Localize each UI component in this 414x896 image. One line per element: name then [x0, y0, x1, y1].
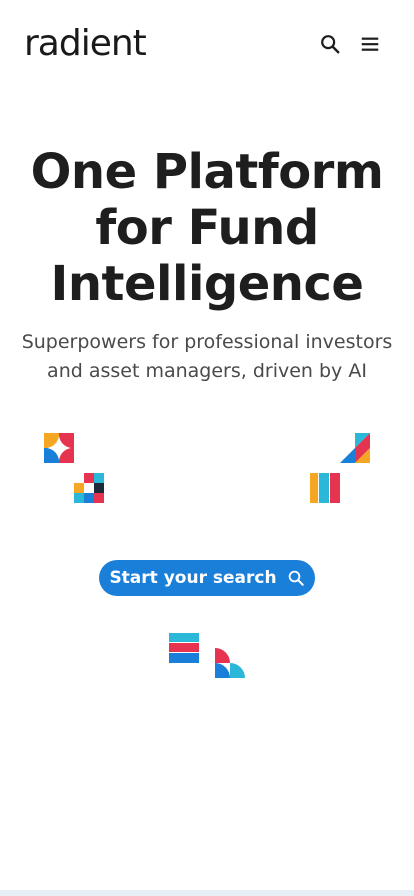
- sparkle-shape-icon: [44, 433, 74, 463]
- hero-title-line-1: One Platform: [30, 144, 384, 200]
- hamburger-menu-icon: [361, 37, 379, 51]
- checker-shape-icon: [74, 473, 104, 503]
- hero-subtitle: Superpowers for professional investors a…: [16, 328, 398, 386]
- bottom-bar: [0, 890, 414, 896]
- stripes-shape-icon: [169, 633, 199, 663]
- hero-title-line-3: Intelligence: [50, 256, 364, 312]
- bars-shape-icon: [310, 473, 340, 503]
- header-search-button[interactable]: [316, 30, 344, 58]
- search-icon: [288, 570, 304, 586]
- hero-subtitle-line-1: Superpowers for professional investors: [21, 331, 393, 353]
- search-icon: [321, 35, 340, 54]
- quarter-circle-shape-icon: [215, 648, 245, 678]
- site-header: radient: [0, 0, 414, 88]
- hero-title-line-2: for Fund: [95, 200, 319, 256]
- start-search-label: Start your search: [109, 568, 277, 588]
- header-menu-button[interactable]: [356, 30, 384, 58]
- triangle-shape-icon: [340, 433, 370, 463]
- hero-subtitle-line-2: and asset managers, driven by AI: [47, 360, 367, 382]
- start-search-button[interactable]: Start your search: [99, 560, 315, 596]
- hero-title: One Platform for Fund Intelligence: [0, 144, 414, 312]
- radient-logo[interactable]: radient: [24, 26, 147, 62]
